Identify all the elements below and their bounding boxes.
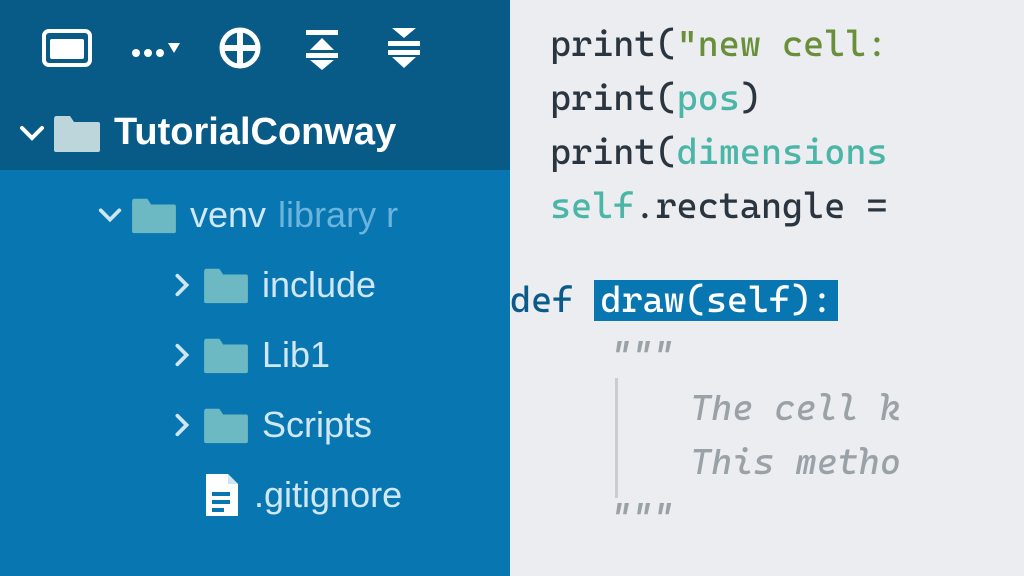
folder-icon — [202, 405, 250, 445]
folder-icon — [202, 335, 250, 375]
code-line: The cell k — [550, 382, 1024, 436]
ellipsis-dropdown-icon[interactable] — [130, 33, 180, 63]
indent-guide — [615, 378, 618, 498]
chevron-right-icon — [162, 412, 202, 438]
highlighted-text: draw(self): — [594, 280, 838, 321]
chevron-down-icon — [90, 202, 130, 228]
code-editor[interactable]: print("new cell: print(pos) print(dimens… — [510, 0, 1024, 576]
tree-label: Lib1 — [262, 334, 330, 376]
window-icon[interactable] — [42, 29, 92, 67]
tree-item-gitignore[interactable]: .gitignore — [0, 460, 510, 530]
project-header[interactable]: TutorialConway — [0, 95, 510, 170]
tree-hint: library r — [278, 194, 398, 236]
chevron-down-icon — [12, 119, 52, 147]
folder-icon — [202, 265, 250, 305]
folder-icon — [52, 112, 102, 154]
code-line-def: def draw(self): — [510, 274, 1024, 328]
project-title: TutorialConway — [114, 111, 396, 154]
code-line: """ — [550, 490, 1024, 544]
tree-item-lib[interactable]: Lib1 — [0, 320, 510, 390]
file-tree: venv library r include Lib1 — [0, 170, 510, 576]
chevron-right-icon — [162, 272, 202, 298]
collapse-up-icon[interactable] — [300, 26, 344, 70]
tree-item-venv[interactable]: venv library r — [0, 180, 510, 250]
collapse-down-icon[interactable] — [382, 26, 426, 70]
code-line: print("new cell: — [550, 18, 1024, 72]
toolbar — [0, 0, 510, 95]
code-line: """ — [550, 328, 1024, 382]
code-line: print(dimensions — [550, 126, 1024, 180]
file-icon — [202, 472, 242, 518]
folder-icon — [130, 195, 178, 235]
target-icon[interactable] — [218, 26, 262, 70]
tree-label: include — [262, 264, 376, 306]
code-line: This metho — [550, 436, 1024, 490]
tree-label: venv — [190, 194, 266, 236]
code-line: self.rectangle = — [550, 180, 1024, 234]
tree-label: .gitignore — [254, 474, 402, 516]
tree-item-include[interactable]: include — [0, 250, 510, 320]
code-line: print(pos) — [550, 72, 1024, 126]
tree-label: Scripts — [262, 404, 372, 446]
tree-item-scripts[interactable]: Scripts — [0, 390, 510, 460]
project-sidebar: TutorialConway venv library r include — [0, 0, 510, 576]
chevron-right-icon — [162, 342, 202, 368]
